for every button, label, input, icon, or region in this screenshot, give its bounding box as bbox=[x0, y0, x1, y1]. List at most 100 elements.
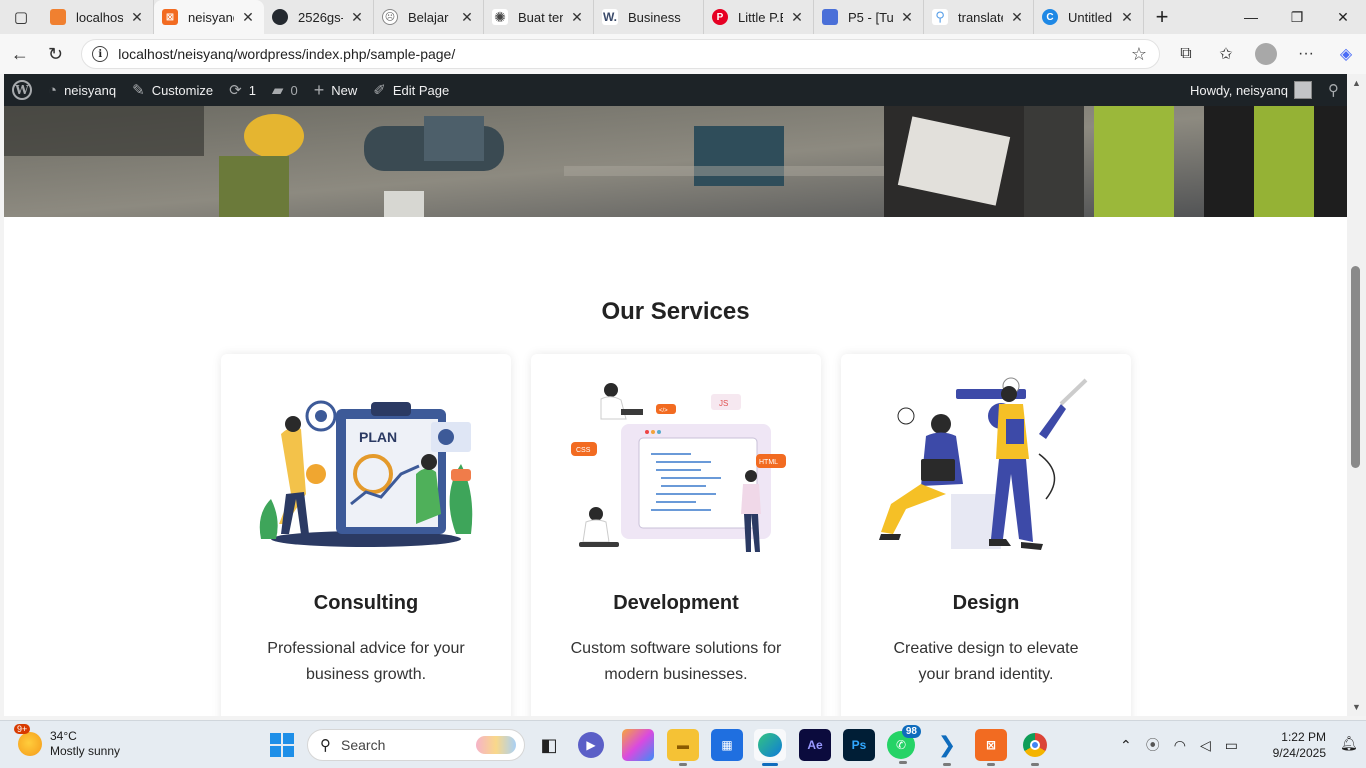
updates-link[interactable]: ⟳ 1 bbox=[221, 74, 264, 106]
new-tab-button[interactable]: + bbox=[1144, 0, 1180, 34]
avatar bbox=[1294, 81, 1312, 99]
chevron-up-icon[interactable]: ⌃ bbox=[1120, 737, 1132, 754]
page-scrollbar[interactable]: ▲ ▼ bbox=[1347, 74, 1366, 716]
after-effects-icon[interactable]: Ae bbox=[799, 729, 831, 761]
scrollbar-thumb[interactable] bbox=[1351, 266, 1360, 468]
close-tab-icon[interactable]: ✕ bbox=[349, 9, 365, 26]
tab-business[interactable]: W. Business bbox=[594, 0, 704, 34]
brush-icon: ✎ bbox=[132, 82, 145, 99]
clock[interactable]: 1:22 PM 9/24/2025 bbox=[1262, 729, 1326, 761]
date-text: 9/24/2025 bbox=[1272, 746, 1326, 760]
search-icon: ⚲ bbox=[320, 737, 331, 754]
close-tab-icon[interactable]: ✕ bbox=[1009, 9, 1025, 26]
hero-image bbox=[4, 106, 1347, 217]
extensions-icon[interactable]: ⧉ bbox=[1166, 45, 1206, 63]
minimize-icon[interactable]: — bbox=[1228, 0, 1274, 34]
tab-neisyanq[interactable]: ⊠ neisyanq ✕ bbox=[154, 0, 264, 34]
close-tab-icon[interactable]: ✕ bbox=[129, 9, 145, 26]
whatsapp-badge: 98 bbox=[901, 725, 921, 738]
tab-buat-tem[interactable]: ✺ Buat tem ✕ bbox=[484, 0, 594, 34]
close-tab-icon[interactable]: ✕ bbox=[899, 9, 915, 26]
battery-icon[interactable]: ▭ bbox=[1225, 737, 1238, 754]
service-description: Creative design to elevate your brand id… bbox=[893, 640, 1079, 683]
notification-bell-icon[interactable]: 🔔︎ bbox=[1340, 735, 1358, 752]
comment-icon: ▰ bbox=[271, 82, 284, 99]
tab-strip: ▢ localhost ✕ ⊠ neisyanq ✕ 2526gs-c ✕ ☹ … bbox=[0, 0, 1366, 34]
file-explorer-icon[interactable]: ▬ bbox=[667, 729, 699, 766]
tab-pinterest[interactable]: P Little P.Er ✕ bbox=[704, 0, 814, 34]
wifi-icon[interactable]: ◠ bbox=[1174, 737, 1186, 754]
tab-localhost[interactable]: localhost ✕ bbox=[42, 0, 154, 34]
meet-now-icon[interactable]: ⦿ bbox=[1146, 735, 1160, 755]
copilot-app-icon[interactable] bbox=[622, 729, 654, 761]
teams-icon[interactable]: ▶ bbox=[578, 732, 604, 758]
site-info-icon[interactable]: i bbox=[92, 46, 109, 62]
wp-logo-button[interactable]: W bbox=[4, 74, 40, 106]
weather-widget[interactable]: 9+ 34°C Mostly sunny bbox=[14, 724, 120, 759]
css-tag: CSS bbox=[576, 447, 591, 454]
edit-page-link[interactable]: ✐ Edit Page bbox=[365, 74, 457, 106]
chrome-icon[interactable] bbox=[1019, 729, 1051, 766]
new-content-link[interactable]: + New bbox=[306, 74, 366, 106]
back-button[interactable]: ← bbox=[2, 36, 38, 72]
close-tab-icon[interactable]: ✕ bbox=[240, 9, 256, 26]
tab-belajar[interactable]: ☹ Belajar M ✕ bbox=[374, 0, 484, 34]
taskbar-search[interactable]: ⚲ Search bbox=[307, 729, 525, 761]
tab-title: Buat tem bbox=[518, 9, 563, 25]
whatsapp-icon[interactable]: ✆ 98 bbox=[887, 725, 921, 764]
vscode-icon[interactable]: ❯ bbox=[931, 729, 963, 766]
start-button[interactable] bbox=[270, 733, 294, 757]
profile-button[interactable] bbox=[1246, 43, 1286, 65]
store-icon[interactable]: ▦ bbox=[711, 729, 743, 761]
search-favicon-icon: ⚲ bbox=[932, 9, 948, 25]
service-title: Design bbox=[952, 592, 1020, 614]
task-view-icon[interactable]: ◧ bbox=[533, 729, 565, 761]
copilot-icon[interactable]: ◈ bbox=[1326, 44, 1366, 64]
close-window-icon[interactable]: ✕ bbox=[1320, 0, 1366, 34]
time-text: 1:22 PM bbox=[1281, 730, 1326, 744]
scroll-down-icon[interactable]: ▼ bbox=[1352, 702, 1361, 712]
page-viewport: W ◔ neisyanq ✎ Customize ⟳ 1 ▰ 0 + New ✐… bbox=[4, 74, 1347, 716]
customize-link[interactable]: ✎ Customize bbox=[124, 74, 221, 106]
url-field[interactable]: i localhost/neisyanq/wordpress/index.php… bbox=[81, 39, 1160, 69]
taskbar: 9+ 34°C Mostly sunny ⚲ Search ◧ ▶ ▬ ▦ Ae… bbox=[0, 720, 1366, 768]
account-menu[interactable]: Howdy, neisyanq bbox=[1182, 74, 1320, 106]
comments-link[interactable]: ▰ 0 bbox=[264, 74, 306, 106]
favorites-icon[interactable]: ✩ bbox=[1206, 44, 1246, 64]
tab-untitled[interactable]: C Untitled ✕ bbox=[1034, 0, 1144, 34]
site-name-link[interactable]: ◔ neisyanq bbox=[40, 74, 124, 106]
service-description: Custom software solutions for modern bus… bbox=[570, 640, 782, 683]
service-card-design: Design Creative design to elevate your b… bbox=[841, 354, 1131, 716]
section-title: Our Services bbox=[601, 298, 750, 325]
volume-icon[interactable]: ◁ bbox=[1200, 737, 1211, 754]
classroom-icon bbox=[822, 9, 838, 25]
system-tray: ⌃ ⦿ ◠ ◁ ▭ bbox=[1120, 735, 1252, 755]
service-card-consulting: PLAN Consulting Professional advice for … bbox=[221, 354, 511, 716]
sad-face-icon: ☹ bbox=[382, 9, 398, 25]
customize-label: Customize bbox=[151, 82, 214, 98]
close-tab-icon[interactable]: ✕ bbox=[789, 9, 805, 26]
reload-button[interactable]: ↻ bbox=[38, 36, 74, 72]
xampp-icon[interactable]: ⊠ bbox=[975, 729, 1007, 766]
admin-search-button[interactable]: ⚲ bbox=[1320, 74, 1347, 106]
more-menu-icon[interactable]: ··· bbox=[1286, 45, 1326, 63]
service-description: Professional advice for your business gr… bbox=[267, 640, 465, 683]
close-tab-icon[interactable]: ✕ bbox=[1119, 9, 1135, 26]
service-title: Development bbox=[613, 592, 739, 614]
close-tab-icon[interactable]: ✕ bbox=[569, 9, 585, 26]
close-tab-icon[interactable]: ✕ bbox=[459, 9, 475, 26]
favorite-star-icon[interactable]: ☆ bbox=[1131, 44, 1147, 65]
tab-github[interactable]: 2526gs-c ✕ bbox=[264, 0, 374, 34]
pinterest-icon: P bbox=[712, 9, 728, 25]
tab-title: localhost bbox=[76, 9, 123, 25]
tab-title: 2526gs-c bbox=[298, 9, 343, 25]
xampp-favicon-icon: ⊠ bbox=[162, 9, 178, 25]
edge-icon[interactable] bbox=[754, 729, 786, 766]
tab-actions-icon[interactable]: ▢ bbox=[0, 0, 42, 34]
comments-count: 0 bbox=[290, 82, 298, 98]
tab-translate[interactable]: ⚲ translate ✕ bbox=[924, 0, 1034, 34]
photoshop-icon[interactable]: Ps bbox=[843, 729, 875, 761]
scroll-up-icon[interactable]: ▲ bbox=[1352, 78, 1361, 88]
restore-icon[interactable]: ❐ bbox=[1274, 0, 1320, 34]
tab-p5[interactable]: P5 - [Tug ✕ bbox=[814, 0, 924, 34]
